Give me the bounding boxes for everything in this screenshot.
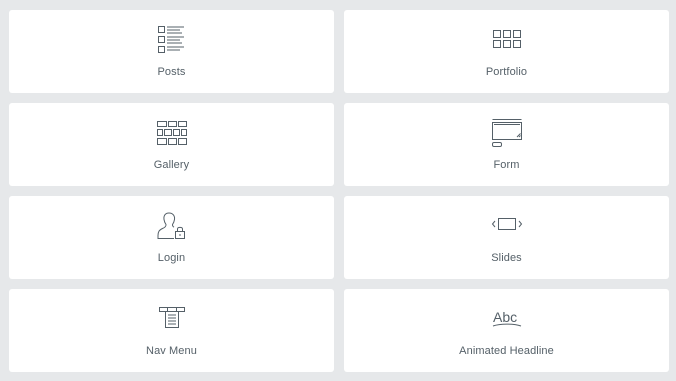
headline-icon-text: Abc	[493, 309, 517, 325]
widget-gallery[interactable]: Gallery	[9, 103, 334, 186]
slides-icon	[490, 210, 524, 242]
widget-label: Portfolio	[485, 66, 528, 78]
widget-label: Slides	[491, 252, 522, 264]
animated-headline-icon: Abc	[490, 303, 524, 335]
posts-icon	[155, 24, 189, 56]
gallery-icon	[155, 117, 189, 149]
login-icon	[155, 210, 189, 242]
widget-label: Animated Headline	[459, 345, 554, 357]
form-icon	[490, 117, 524, 149]
widget-portfolio[interactable]: Portfolio	[344, 10, 669, 93]
widget-form[interactable]: Form	[344, 103, 669, 186]
widget-slides[interactable]: Slides	[344, 196, 669, 279]
widget-panel: Posts Portfolio Gallery Form Login Slide…	[0, 0, 676, 381]
widget-label: Login	[157, 252, 186, 264]
widget-label: Posts	[157, 66, 186, 78]
portfolio-icon	[490, 24, 524, 56]
widget-animated-headline[interactable]: Abc Animated Headline	[344, 289, 669, 372]
nav-menu-icon	[155, 303, 189, 335]
widget-login[interactable]: Login	[9, 196, 334, 279]
widget-label: Gallery	[153, 159, 190, 171]
widget-posts[interactable]: Posts	[9, 10, 334, 93]
widget-nav-menu[interactable]: Nav Menu	[9, 289, 334, 372]
widget-label: Nav Menu	[146, 345, 197, 357]
widget-label: Form	[493, 159, 520, 171]
